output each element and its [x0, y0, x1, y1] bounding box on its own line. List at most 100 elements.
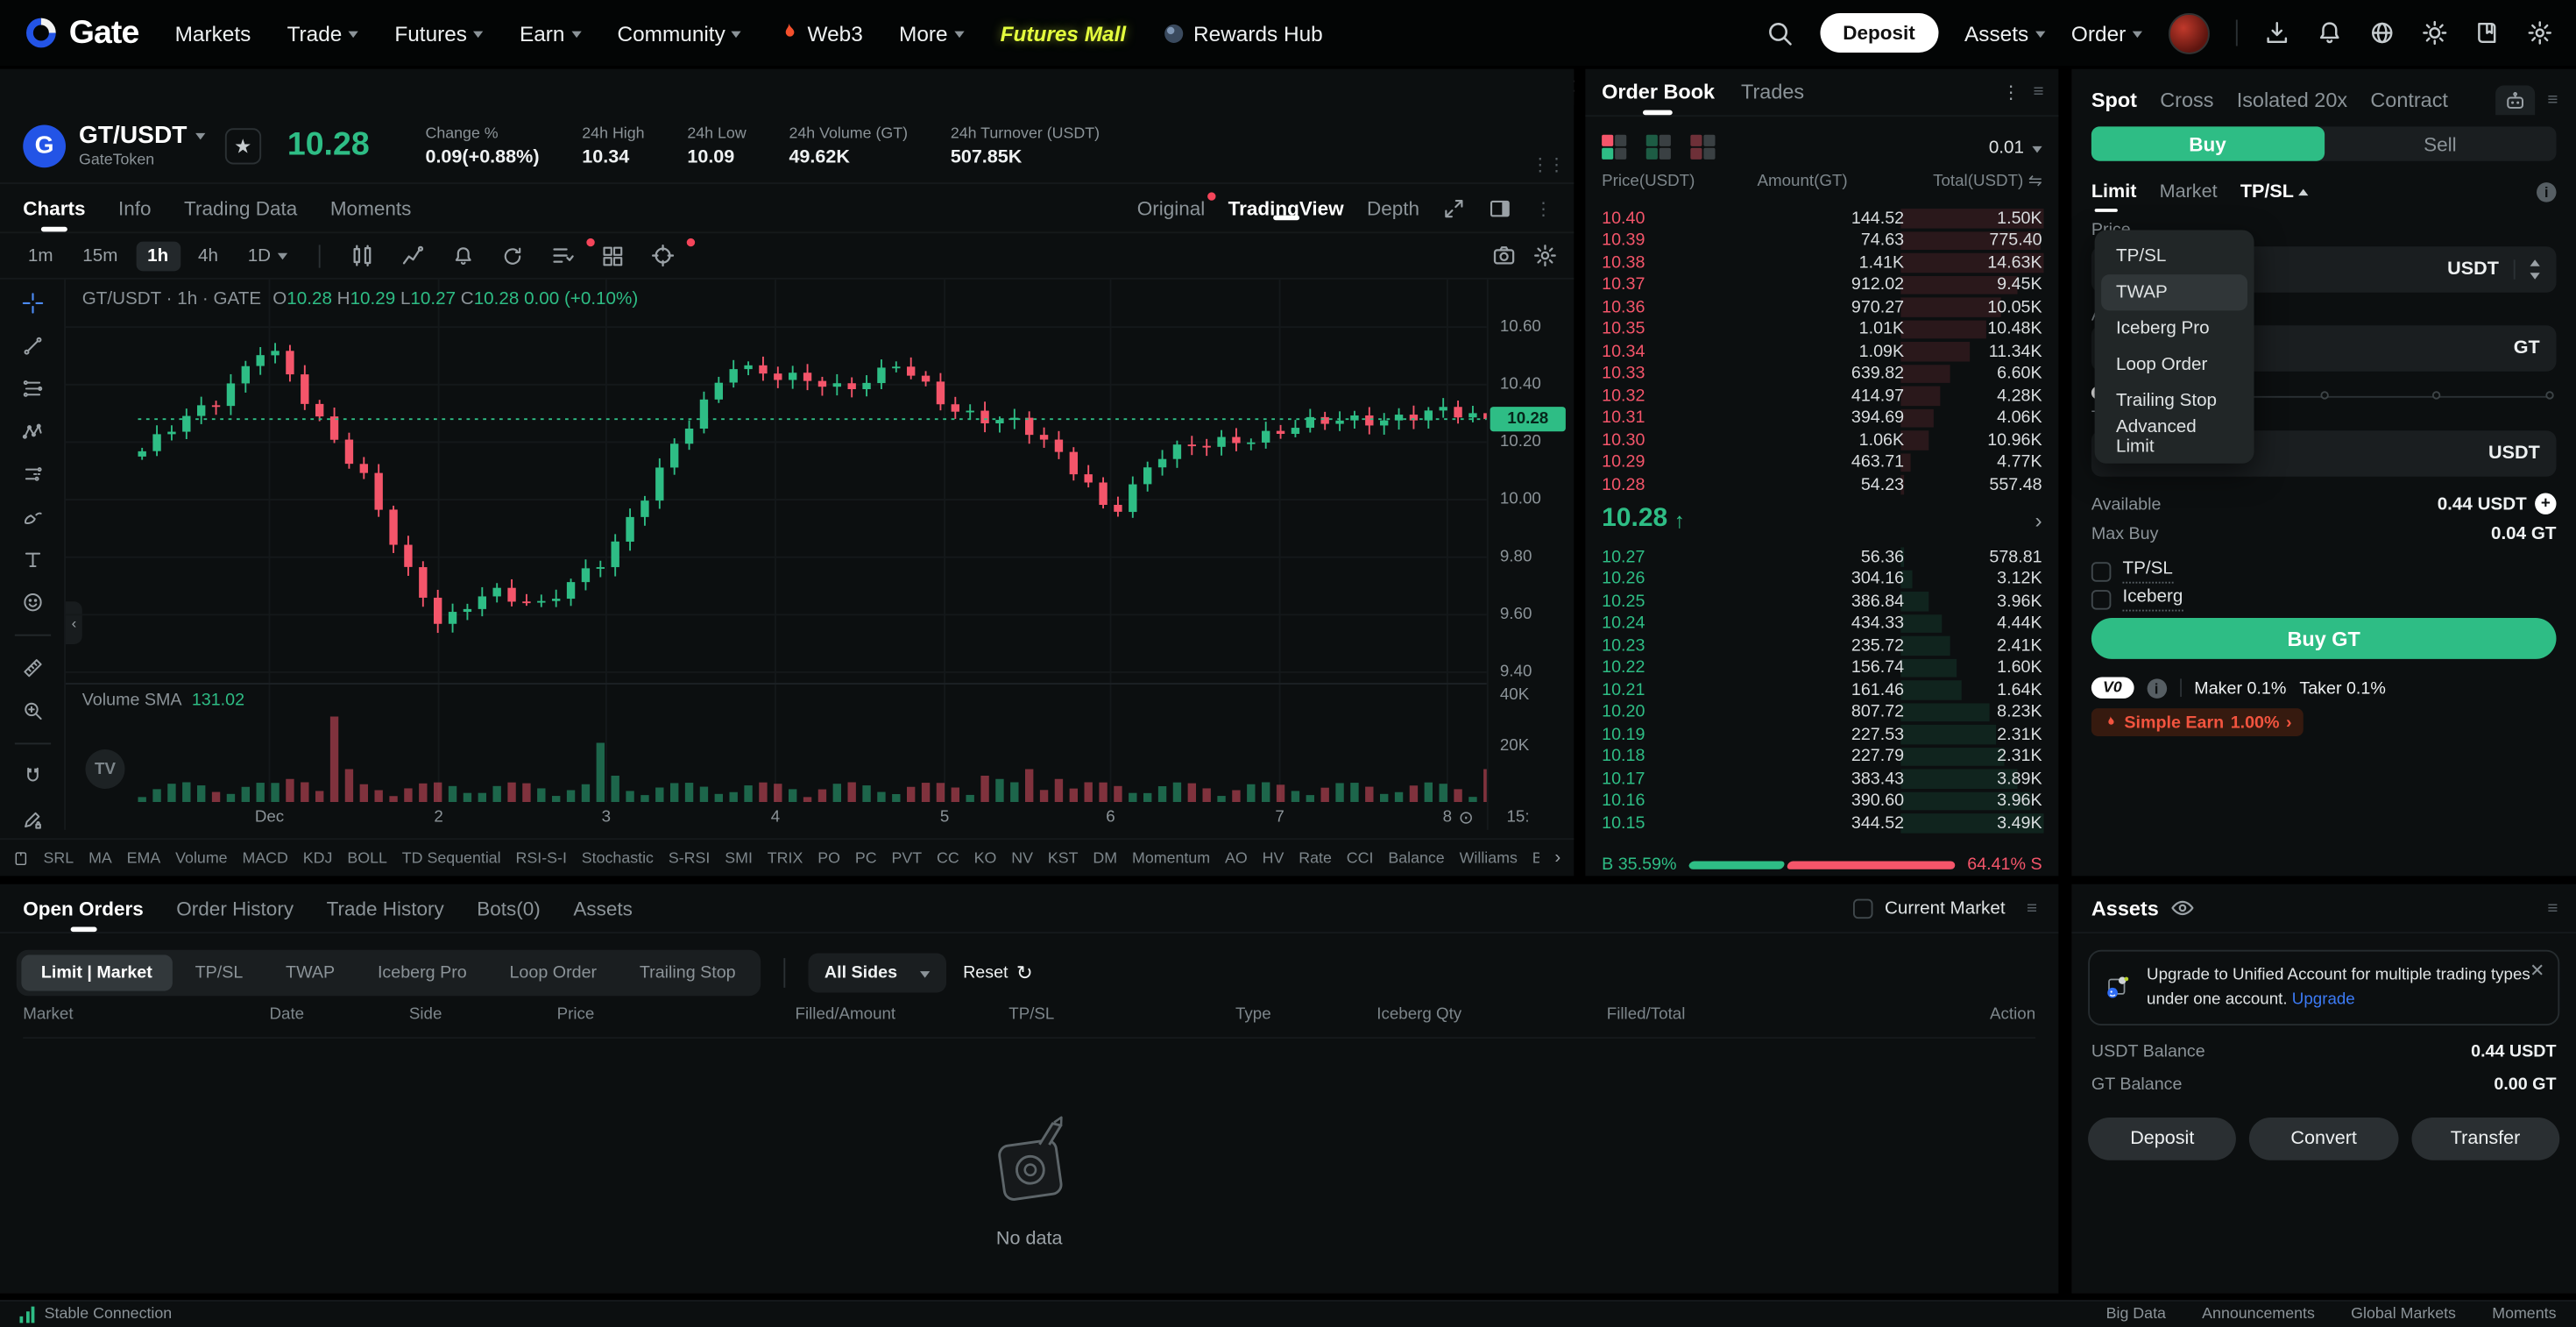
candle-style-icon[interactable] — [340, 244, 385, 268]
transfer-button[interactable]: Transfer — [2411, 1118, 2559, 1160]
indicator-chip[interactable]: Momentum — [1132, 848, 1210, 867]
menu-item-iceberg-pro[interactable]: Iceberg Pro — [2101, 310, 2247, 346]
tf-1m[interactable]: 1m — [17, 241, 65, 271]
zoom-in-tool-icon[interactable] — [19, 700, 46, 721]
close-icon[interactable]: ✕ — [2530, 960, 2544, 981]
slider-dot-100[interactable] — [2545, 390, 2553, 398]
tf-1d[interactable]: 1D — [237, 241, 299, 271]
tab-spot[interactable]: Spot — [2091, 89, 2137, 111]
menu-item-trailing-stop[interactable]: Trailing Stop — [2101, 383, 2247, 419]
indicator-chip[interactable]: TRIX — [768, 848, 803, 867]
indicator-chip[interactable]: Balance — [1388, 848, 1444, 867]
deposit-button[interactable]: Deposit — [1820, 13, 1938, 53]
menu-item-tp-sl[interactable]: TP/SL — [2101, 238, 2247, 274]
expand-icon[interactable] — [1442, 197, 1465, 220]
camera-snapshot-icon[interactable] — [1492, 244, 1517, 268]
type-tpsl-dropdown[interactable]: TP/SL — [2240, 182, 2309, 202]
indicator-chip[interactable]: Rate — [1299, 848, 1332, 867]
type-market[interactable]: Market — [2160, 182, 2218, 202]
chart-plot-area[interactable]: GT/USDT · 1h · GATE O10.28 H10.29 L10.27… — [66, 280, 1487, 830]
fib-lines-tool-icon[interactable] — [19, 378, 46, 399]
notifications-bell-icon[interactable] — [2317, 20, 2343, 46]
order-menu[interactable]: Order — [2071, 20, 2142, 45]
tab-charts[interactable]: Charts — [23, 186, 85, 232]
eye-icon[interactable] — [2170, 896, 2195, 920]
orderbook-row[interactable]: 10.29463.714.77K — [1585, 451, 2058, 473]
tab-trading-data[interactable]: Trading Data — [184, 186, 297, 232]
indicator-chip[interactable]: KDJ — [303, 848, 333, 867]
panel-drag-handle[interactable]: ≡ — [2547, 90, 2556, 110]
filter-iceberg-pro[interactable]: Iceberg Pro — [357, 954, 486, 990]
orderbook-row[interactable]: 10.20807.728.23K — [1585, 701, 2058, 723]
indicator-chip[interactable]: PC — [855, 848, 877, 867]
filter-twap[interactable]: TWAP — [266, 954, 355, 990]
orderbook-row[interactable]: 10.351.01K10.48K — [1585, 318, 2058, 340]
indicator-chip[interactable]: DM — [1093, 848, 1117, 867]
orderbook-row[interactable]: 10.33639.826.60K — [1585, 362, 2058, 384]
nav-item-earn[interactable]: Earn — [520, 20, 581, 45]
nav-item-trade[interactable]: Trade — [287, 20, 359, 45]
info-icon[interactable]: i — [2147, 678, 2167, 698]
orderbook-row[interactable]: 10.301.06K10.96K — [1585, 429, 2058, 451]
indicator-chip[interactable]: KST — [1048, 848, 1079, 867]
order-list-icon[interactable] — [541, 244, 585, 268]
brush-tool-icon[interactable] — [19, 507, 46, 528]
iceberg-checkbox-row[interactable]: Iceberg — [2091, 586, 2183, 611]
indicator-chip[interactable]: NV — [1011, 848, 1033, 867]
step-down-icon[interactable] — [2530, 273, 2540, 280]
tf-4h[interactable]: 4h — [187, 241, 230, 271]
assets-menu[interactable]: Assets — [1964, 20, 2045, 45]
orderbook-row[interactable]: 10.341.09K11.34K — [1585, 340, 2058, 362]
chart-settings-gear-icon[interactable] — [1532, 244, 1557, 268]
orderbook-row[interactable]: 10.31394.694.06K — [1585, 407, 2058, 429]
language-globe-icon[interactable] — [2369, 20, 2396, 46]
slider-dot-75[interactable] — [2432, 390, 2440, 398]
indicator-chip[interactable]: Volume — [175, 848, 227, 867]
tf-15m[interactable]: 15m — [71, 241, 129, 271]
orderbook-row[interactable]: 10.23235.722.41K — [1585, 635, 2058, 656]
tab-info[interactable]: Info — [118, 186, 152, 232]
status-link-moments[interactable]: Moments — [2492, 1305, 2556, 1323]
orderbook-row[interactable]: 10.24434.334.44K — [1585, 612, 2058, 634]
tab-order-history[interactable]: Order History — [176, 884, 294, 932]
drawing-lock-icon[interactable] — [19, 809, 46, 830]
precision-selector[interactable]: 0.01 — [1989, 138, 2042, 159]
tab-isolated[interactable]: Isolated 20x — [2237, 89, 2347, 111]
filter-loop-order[interactable]: Loop Order — [490, 954, 617, 990]
panel-drag-handle[interactable]: ≡ — [2547, 898, 2556, 919]
vip-tier-badge[interactable]: V0 — [2091, 678, 2134, 699]
indicator-chip[interactable]: AO — [1225, 848, 1248, 867]
menu-item-loop-order[interactable]: Loop Order — [2101, 347, 2247, 383]
orders-book-icon[interactable] — [2474, 20, 2501, 46]
indicator-chip[interactable]: TD Sequential — [402, 848, 501, 867]
tab-bots[interactable]: Bots(0) — [477, 884, 541, 932]
orderbook-detail-icon[interactable]: › — [2035, 507, 2042, 531]
forecast-tool-icon[interactable] — [19, 464, 46, 485]
indicator-chip[interactable]: SRL — [44, 848, 74, 867]
tab-trades[interactable]: Trades — [1741, 69, 1804, 116]
orderbook-row[interactable]: 10.40144.521.50K — [1585, 207, 2058, 229]
indicators-icon[interactable] — [391, 244, 435, 268]
orderbook-row[interactable]: 10.3974.63775.40 — [1585, 230, 2058, 252]
filter-limit-market[interactable]: Limit | Market — [21, 954, 172, 990]
tab-original[interactable]: Original — [1137, 197, 1206, 220]
status-link-announcements[interactable]: Announcements — [2202, 1305, 2315, 1323]
step-up-icon[interactable] — [2530, 259, 2540, 266]
tab-contract[interactable]: Contract — [2370, 89, 2448, 111]
tab-trade-history[interactable]: Trade History — [327, 884, 444, 932]
layout-grid-icon[interactable] — [591, 244, 634, 266]
buy-tab[interactable]: Buy — [2091, 126, 2324, 160]
nav-item-futures[interactable]: Futures — [394, 20, 483, 45]
indicator-chip[interactable]: KO — [974, 848, 997, 867]
indicator-chip[interactable]: MA — [88, 848, 112, 867]
orderbook-row[interactable]: 10.26304.163.12K — [1585, 568, 2058, 590]
all-sides-select[interactable]: All Sides — [808, 954, 946, 993]
price-chart[interactable]: ‹ GT/USDT · 1h · GATE O10.28 H10.29 L10.… — [0, 280, 1574, 830]
indicator-chip[interactable]: BOLL — [347, 848, 387, 867]
panel-drag-handle[interactable]: ≡ — [2027, 898, 2035, 919]
pair-symbol[interactable]: GT/USDT — [79, 122, 205, 150]
indicator-chip[interactable]: BBW — [1532, 848, 1540, 867]
orderbook-row[interactable]: 10.36970.2710.05K — [1585, 296, 2058, 318]
deposit-button[interactable]: Deposit — [2088, 1118, 2236, 1160]
nav-item-rewards-hub[interactable]: Rewards Hub — [1162, 20, 1322, 45]
